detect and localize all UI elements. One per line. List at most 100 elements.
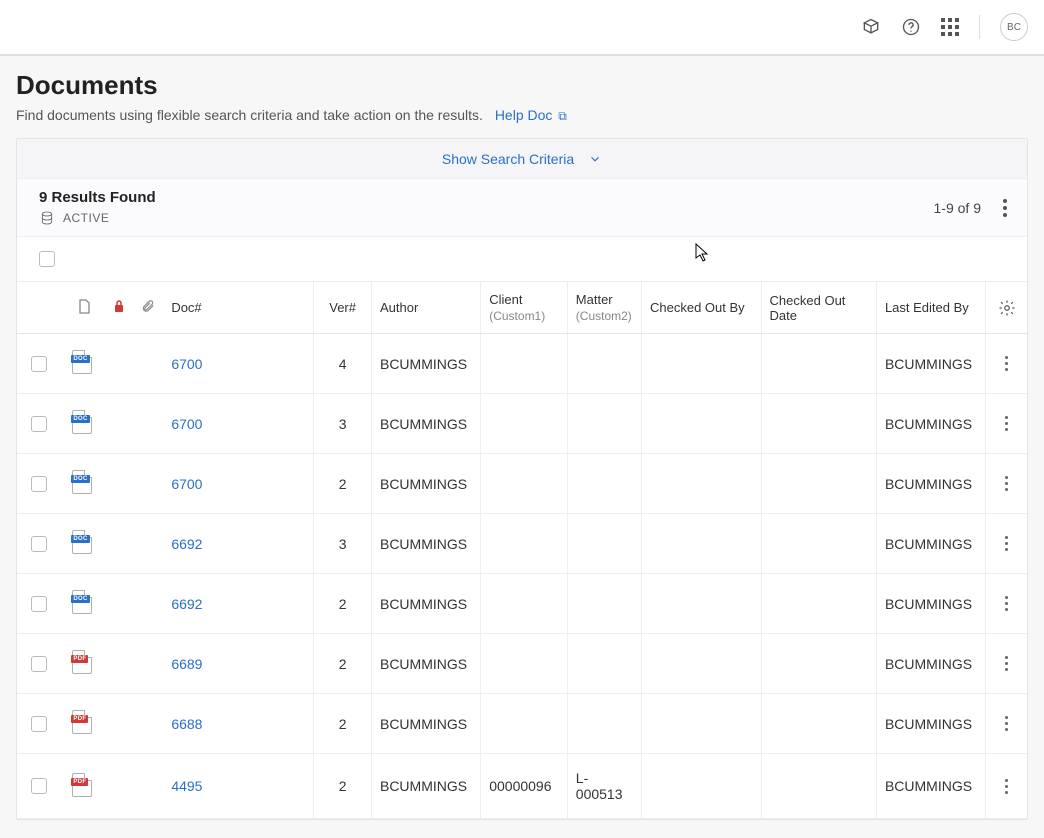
table-row: PDF44952BCUMMINGS00000096L-000513BCUMMIN…: [17, 754, 1027, 819]
row-actions-button[interactable]: [994, 716, 1019, 731]
avatar[interactable]: BC: [1000, 13, 1028, 41]
col-header-matter[interactable]: Matter (Custom2): [567, 282, 641, 334]
table-header-row: Doc# Ver# Author Client (Custom1) Matter…: [17, 282, 1027, 334]
content-wrap: Documents Find documents using flexible …: [0, 56, 1044, 838]
results-range: 1-9 of 9: [934, 200, 981, 216]
col-header-matter-sub: (Custom2): [576, 309, 633, 323]
col-header-attachment: [132, 282, 163, 334]
col-header-last-edited-by[interactable]: Last Edited By: [876, 282, 985, 334]
table-row: DOC67003BCUMMINGSBCUMMINGS: [17, 394, 1027, 454]
cube-icon[interactable]: [861, 17, 881, 37]
last-edited-by-cell: BCUMMINGS: [885, 536, 972, 552]
author-cell: BCUMMINGS: [380, 356, 467, 372]
table-row: DOC 6692 3 BCUMMINGS BCUMMINGS: [17, 514, 1027, 574]
row-checkbox[interactable]: [31, 778, 47, 794]
row-checkbox[interactable]: [31, 416, 47, 432]
version-cell: 2: [339, 656, 347, 672]
version-cell: 3: [339, 536, 347, 552]
row-actions-button[interactable]: [994, 536, 1019, 551]
author-cell: BCUMMINGS: [380, 536, 467, 552]
col-header-type: [64, 282, 103, 334]
document-type-icon: [77, 299, 91, 315]
last-edited-by-cell: BCUMMINGS: [885, 656, 972, 672]
col-header-checked-out-by[interactable]: Checked Out By: [641, 282, 761, 334]
version-cell: 4: [339, 356, 347, 372]
doc-number-link[interactable]: 6700: [171, 476, 202, 492]
version-cell: 2: [339, 778, 347, 794]
row-checkbox[interactable]: [31, 716, 47, 732]
doc-number-link[interactable]: 6700: [171, 356, 202, 372]
page-subtitle: Find documents using flexible search cri…: [16, 107, 483, 123]
select-all-checkbox[interactable]: [39, 251, 55, 267]
author-cell: BCUMMINGS: [380, 476, 467, 492]
page-title: Documents: [16, 70, 1028, 101]
topbar-divider: [979, 15, 980, 39]
doc-number-link[interactable]: 4495: [171, 778, 202, 794]
search-criteria-toggle[interactable]: Show Search Criteria: [17, 139, 1027, 179]
avatar-initials: BC: [1007, 22, 1021, 33]
lock-icon: [112, 299, 126, 315]
last-edited-by-cell: BCUMMINGS: [885, 596, 972, 612]
row-checkbox[interactable]: [31, 536, 47, 552]
paperclip-icon: [141, 298, 155, 314]
results-menu-button[interactable]: [999, 195, 1011, 221]
col-header-settings: [986, 282, 1027, 334]
row-actions-button[interactable]: [994, 656, 1019, 671]
active-status-row: ACTIVE: [39, 210, 156, 226]
doc-number-link[interactable]: 6689: [171, 656, 202, 672]
file-type-icon: PDF: [72, 773, 92, 797]
col-header-author[interactable]: Author: [371, 282, 480, 334]
col-header-client[interactable]: Client (Custom1): [481, 282, 568, 334]
page-subtitle-row: Find documents using flexible search cri…: [16, 107, 1028, 124]
row-checkbox[interactable]: [31, 656, 47, 672]
author-cell: BCUMMINGS: [380, 716, 467, 732]
author-cell: BCUMMINGS: [380, 596, 467, 612]
documents-table: Doc# Ver# Author Client (Custom1) Matter…: [17, 282, 1027, 819]
top-app-bar: BC: [0, 0, 1044, 56]
table-settings-button[interactable]: [994, 299, 1019, 317]
table-row: PDF66892BCUMMINGSBCUMMINGS: [17, 634, 1027, 694]
client-cell: 00000096: [489, 778, 551, 794]
col-header-ver[interactable]: Ver#: [314, 282, 372, 334]
last-edited-by-cell: BCUMMINGS: [885, 416, 972, 432]
col-header-checked-out-date[interactable]: Checked Out Date: [761, 282, 876, 334]
apps-grid-icon[interactable]: [941, 18, 959, 36]
active-status-label: ACTIVE: [63, 211, 109, 225]
row-actions-button[interactable]: [994, 596, 1019, 611]
table-row: PDF66882BCUMMINGSBCUMMINGS: [17, 694, 1027, 754]
col-header-matter-label: Matter: [576, 292, 613, 307]
table-row: DOC66922BCUMMINGSBCUMMINGS: [17, 574, 1027, 634]
version-cell: 2: [339, 596, 347, 612]
col-header-checkbox: [17, 282, 64, 334]
file-type-icon: DOC: [72, 350, 92, 374]
row-checkbox[interactable]: [31, 476, 47, 492]
row-checkbox[interactable]: [31, 596, 47, 612]
file-type-icon: DOC: [72, 410, 92, 434]
help-doc-link[interactable]: Help Doc ⧉: [495, 107, 567, 123]
doc-number-link[interactable]: 6688: [171, 716, 202, 732]
row-actions-button[interactable]: [994, 356, 1019, 371]
results-count: 9 Results Found: [39, 189, 156, 206]
doc-number-link[interactable]: 6692: [171, 596, 202, 612]
row-actions-button[interactable]: [994, 476, 1019, 491]
version-cell: 2: [339, 716, 347, 732]
page-header: Documents Find documents using flexible …: [0, 56, 1044, 138]
doc-number-link[interactable]: 6692: [171, 536, 202, 552]
table-row: DOC67002BCUMMINGSBCUMMINGS: [17, 454, 1027, 514]
search-criteria-label: Show Search Criteria: [442, 151, 574, 167]
col-header-client-label: Client: [489, 292, 522, 307]
row-actions-button[interactable]: [994, 779, 1019, 794]
help-icon[interactable]: [901, 17, 921, 37]
doc-number-link[interactable]: 6700: [171, 416, 202, 432]
author-cell: BCUMMINGS: [380, 416, 467, 432]
file-type-icon: PDF: [72, 710, 92, 734]
results-card: Show Search Criteria 9 Results Found ACT…: [16, 138, 1028, 820]
row-checkbox[interactable]: [31, 356, 47, 372]
file-type-icon: DOC: [72, 530, 92, 554]
row-actions-button[interactable]: [994, 416, 1019, 431]
results-summary-bar: 9 Results Found ACTIVE 1-9 of 9: [17, 179, 1027, 237]
file-type-icon: PDF: [72, 650, 92, 674]
last-edited-by-cell: BCUMMINGS: [885, 778, 972, 794]
col-header-lock: [104, 282, 133, 334]
col-header-doc[interactable]: Doc#: [163, 282, 313, 334]
